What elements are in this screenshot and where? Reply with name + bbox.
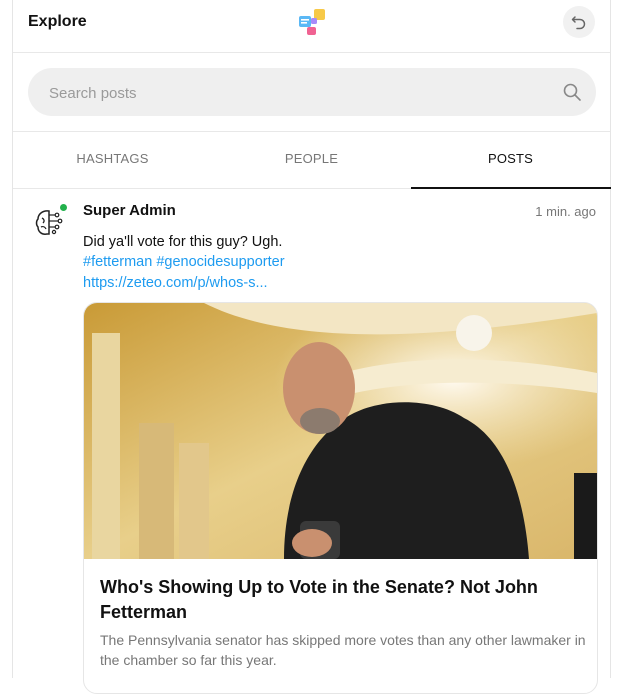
hashtag-link[interactable]: #genocidesupporter xyxy=(156,254,284,270)
hashtag-link[interactable]: #fetterman xyxy=(83,254,152,270)
tab-hashtags[interactable]: HASHTAGS xyxy=(13,132,212,188)
tab-people[interactable]: PEOPLE xyxy=(212,132,411,188)
post-hashtags: #fetterman #genocidesupporter xyxy=(83,252,285,273)
undo-icon xyxy=(571,16,586,30)
post-timestamp: 1 min. ago xyxy=(535,204,596,219)
tab-posts[interactable]: POSTS xyxy=(411,132,611,189)
preview-image xyxy=(84,303,597,559)
link-preview-card[interactable]: Who's Showing Up to Vote in the Senate? … xyxy=(83,302,598,694)
explore-panel: Explore HASHTAGS PEOPLE P xyxy=(12,0,611,694)
avatar[interactable] xyxy=(33,206,67,240)
preview-title[interactable]: Who's Showing Up to Vote in the Senate? … xyxy=(100,575,570,625)
header: Explore xyxy=(13,0,610,53)
post-link[interactable]: https://zeteo.com/p/whos-s... xyxy=(83,273,268,294)
chat-bubbles-logo-icon xyxy=(297,7,327,37)
search-input[interactable] xyxy=(28,68,571,118)
post-text: Did ya'll vote for this guy? Ugh. xyxy=(83,234,283,250)
search-bar xyxy=(28,68,596,118)
tab-bar: HASHTAGS PEOPLE POSTS xyxy=(13,131,611,189)
online-status-dot xyxy=(60,204,67,211)
preview-description: The Pennsylvania senator has skipped mor… xyxy=(100,632,586,668)
search-icon[interactable] xyxy=(562,82,582,102)
undo-button[interactable] xyxy=(563,6,595,38)
page-title: Explore xyxy=(28,13,87,30)
post-author[interactable]: Super Admin xyxy=(83,202,176,219)
